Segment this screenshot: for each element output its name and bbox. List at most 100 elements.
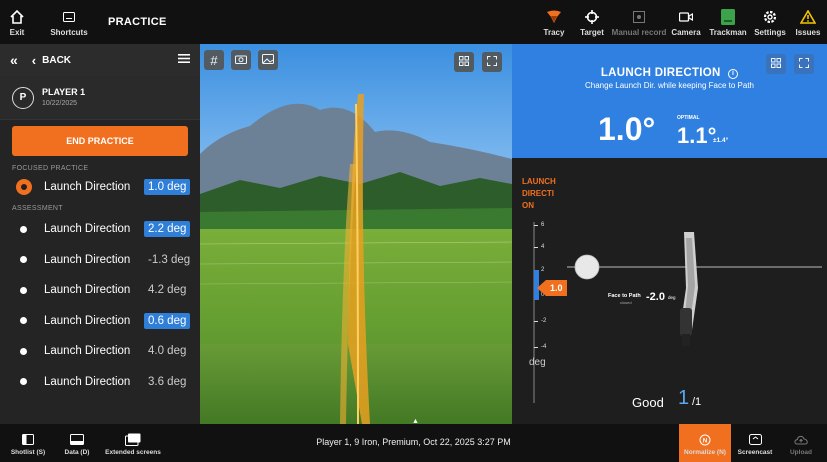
hash-icon: # [210, 52, 218, 68]
fullscreen-button[interactable] [482, 52, 502, 72]
home-icon [10, 8, 24, 26]
sidebar: « ‹ BACK P PLAYER 1 10/22/2025 END PRACT… [0, 44, 200, 424]
bullet-icon [20, 256, 27, 264]
good-total: /1 [692, 396, 702, 408]
screencast-button[interactable]: Screencast [733, 424, 777, 462]
svg-text:N: N [703, 438, 707, 444]
tracy-button[interactable]: Tracy [535, 0, 573, 44]
screencast-icon [748, 431, 762, 449]
exit-button[interactable]: Exit [0, 0, 34, 44]
trackman-label: Trackman [709, 27, 747, 37]
assessment-row-label: Launch Direction [44, 375, 131, 388]
current-value-marker-label: 1.0 [550, 283, 563, 293]
launch-direction-panel: LAUNCH DIRECTION i Change Launch Dir. wh… [512, 44, 827, 424]
focused-row[interactable]: Launch Direction 1.0 deg [0, 172, 200, 202]
assessment-row-value: 0.6 deg [144, 312, 191, 329]
scale-tick-4: 4 [541, 244, 545, 250]
face-to-path-subtext: closed [620, 300, 632, 305]
assessment-row-label: Launch Direction [44, 253, 131, 266]
screenshot-button[interactable] [231, 50, 251, 70]
back-button[interactable]: ‹ BACK [32, 53, 71, 68]
panel-layout-button[interactable] [766, 54, 786, 74]
trackman-icon [721, 8, 735, 26]
camera-button[interactable]: Camera [667, 0, 705, 44]
collapse-sidebar-icon[interactable]: « [10, 52, 18, 68]
assessment-row-label: Launch Direction [44, 345, 131, 358]
assessment-row[interactable]: Launch Direction 4.0 deg [0, 336, 200, 367]
cloud-upload-icon [794, 431, 808, 449]
trackman-button[interactable]: Trackman [705, 0, 751, 44]
screencast-label: Screencast [737, 448, 773, 456]
optimal-tolerance: ±1.4° [713, 137, 729, 144]
shortcuts-label: Shortcuts [50, 27, 88, 37]
video-camera-icon [679, 8, 693, 26]
normalize-button[interactable]: N Normalize (N) [679, 424, 731, 462]
assessment-row-value: 2.2 deg [144, 221, 191, 238]
gallery-button[interactable] [258, 50, 278, 70]
assessment-row-value: 4.0 deg [148, 345, 187, 358]
optimal-value: 1.1° [677, 123, 717, 148]
assessment-row-label: Launch Direction [44, 223, 131, 236]
shotlist-label: Shotlist (S) [10, 448, 46, 456]
bottom-bar: Shotlist (S) Data (D) Extended screens P… [0, 424, 827, 462]
layout-button[interactable] [454, 52, 474, 72]
manual-record-button[interactable]: Manual record [611, 0, 667, 44]
issues-button[interactable]: Issues [789, 0, 827, 44]
launch-direction-title: LAUNCH DIRECTION [600, 67, 721, 79]
upload-button[interactable]: Upload [784, 424, 818, 462]
data-label: Data (D) [64, 448, 90, 456]
assessment-row-value: 4.2 deg [148, 284, 187, 297]
tracy-icon [546, 8, 562, 26]
bullet-icon [20, 286, 27, 294]
panel-fullscreen-button[interactable] [794, 54, 814, 74]
issues-label: Issues [795, 27, 821, 37]
assessment-row-label: Launch Direction [44, 284, 131, 297]
target-label: Target [580, 27, 604, 37]
optimal-label: OPTIMAL [677, 115, 700, 121]
shortcuts-button[interactable]: Shortcuts [44, 0, 94, 44]
target-button[interactable]: Target [573, 0, 611, 44]
info-icon[interactable]: i [728, 69, 739, 79]
assessment-label: ASSESSMENT [12, 205, 63, 212]
focused-row-value: 1.0 deg [144, 179, 191, 195]
assessment-row[interactable]: Launch Direction 0.6 deg [0, 306, 200, 337]
end-practice-button[interactable]: END PRACTICE [12, 126, 188, 156]
assessment-row[interactable]: Launch Direction -1.3 deg [0, 245, 200, 276]
scale-tick-minus-2: -2 [541, 318, 547, 324]
focused-practice-label: FOCUSED PRACTICE [12, 165, 89, 172]
assessment-row[interactable]: Launch Direction 3.6 deg [0, 367, 200, 398]
bullet-icon [20, 347, 27, 355]
assessment-row[interactable]: Launch Direction 4.2 deg [0, 275, 200, 306]
avatar: P [12, 86, 34, 109]
settings-label: Settings [754, 27, 786, 37]
keyboard-icon [63, 8, 75, 26]
tracy-label: Tracy [543, 27, 565, 37]
bullet-icon [20, 225, 27, 233]
grid-toggle-button[interactable]: # [204, 50, 224, 70]
menu-icon[interactable] [178, 54, 190, 66]
face-to-path-label: Face to Path [608, 293, 641, 299]
scale-tick-2: 2 [541, 267, 545, 273]
face-to-path-unit: deg [668, 295, 676, 300]
assessment-row[interactable]: Launch Direction 2.2 deg [0, 214, 200, 245]
exit-label: Exit [9, 27, 25, 37]
normalize-icon: N [699, 431, 711, 449]
top-bar: Exit Shortcuts PRACTICE Tracy Target Man… [0, 0, 827, 44]
scale-tick-minus-4: -4 [541, 344, 547, 350]
back-label: BACK [42, 54, 72, 66]
settings-button[interactable]: Settings [751, 0, 789, 44]
focus-indicator-icon [16, 179, 32, 195]
target-icon [585, 8, 599, 26]
chevron-left-icon: ‹ [31, 52, 37, 68]
assessment-row-value: 3.6 deg [148, 375, 187, 388]
grid-layout-icon [771, 55, 781, 73]
range-view[interactable]: # [200, 44, 512, 424]
extended-screens-label: Extended screens [105, 448, 161, 456]
gear-icon [763, 8, 777, 26]
player-card[interactable]: P PLAYER 1 10/22/2025 [0, 76, 200, 120]
upload-label: Upload [789, 448, 813, 456]
face-to-path-value: -2.0 [646, 291, 665, 303]
range-scene-image [200, 44, 512, 424]
scale-tick-6: 6 [541, 222, 545, 228]
expand-icon [487, 53, 497, 71]
